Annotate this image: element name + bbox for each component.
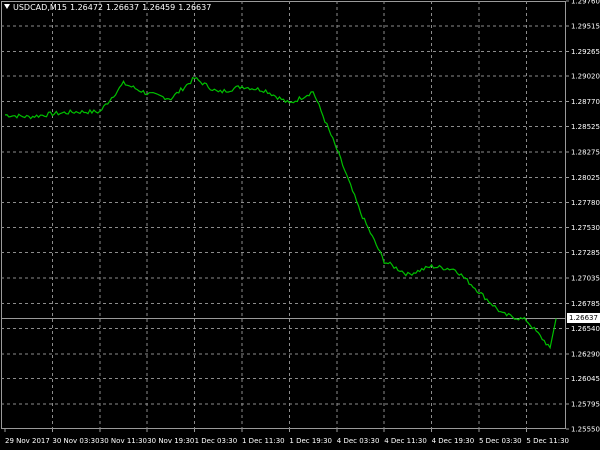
- price-chart[interactable]: 1.29760 1.29515 1.29265 1.29020 1.28770 1.285…: [0, 0, 600, 450]
- y-tick-label: 1.25550: [571, 426, 600, 434]
- low-value: 1.26459: [142, 3, 176, 12]
- chart-title: USDCAD,M15 1.26472 1.26637 1.26459 1.26637: [4, 3, 214, 13]
- y-tick-label: 1.29515: [571, 22, 600, 30]
- y-tick-label: 1.26045: [571, 375, 600, 383]
- x-tick-label: 30 Nov 19:30: [147, 437, 194, 445]
- y-tick-label: 1.25795: [571, 401, 600, 409]
- symbol-label: USDCAD,M15: [13, 3, 67, 12]
- y-tick-label: 1.27780: [571, 199, 600, 207]
- y-tick-label: 1.28525: [571, 123, 600, 131]
- y-tick-label: 1.26540: [571, 325, 600, 333]
- dropdown-arrow-icon[interactable]: [4, 4, 10, 9]
- x-tick-label: 4 Dec 03:30: [337, 437, 380, 445]
- y-tick-label: 1.29760: [571, 0, 600, 6]
- y-tick-label: 1.27530: [571, 224, 600, 232]
- x-tick-label: 29 Nov 2017: [5, 437, 50, 445]
- x-tick-label: 30 Nov 11:30: [100, 437, 147, 445]
- current-price-label: 1.26637: [567, 313, 600, 324]
- y-tick-label: 1.27285: [571, 249, 600, 257]
- open-value: 1.26472: [69, 3, 104, 12]
- price-series-line: [4, 76, 557, 350]
- y-tick-label: 1.28275: [571, 148, 600, 156]
- x-tick-label: 5 Dec 11:30: [526, 437, 569, 445]
- y-tick-label: 1.29265: [571, 48, 600, 56]
- y-tick-label: 1.27035: [571, 275, 600, 283]
- close-value: 1.26637: [178, 3, 212, 12]
- x-tick-label: 1 Dec 19:30: [289, 437, 332, 445]
- y-tick-label: 1.26290: [571, 350, 600, 358]
- high-value: 1.26637: [106, 3, 140, 12]
- x-tick-label: 1 Dec 11:30: [242, 437, 285, 445]
- y-tick-label: 1.28770: [571, 98, 600, 106]
- x-tick-label: 1 Dec 03:30: [195, 437, 238, 445]
- x-tick-label: 4 Dec 19:30: [432, 437, 475, 445]
- x-tick-label: 5 Dec 03:30: [479, 437, 522, 445]
- x-tick-label: 4 Dec 11:30: [384, 437, 427, 445]
- y-tick-label: 1.29020: [571, 73, 600, 81]
- chart-window[interactable]: 1.29760 1.29515 1.29265 1.29020 1.28770 1.285…: [0, 0, 600, 450]
- x-tick-label: 30 Nov 03:30: [52, 437, 99, 445]
- y-tick-label: 1.28025: [571, 174, 600, 182]
- y-tick-label: 1.26785: [571, 300, 600, 308]
